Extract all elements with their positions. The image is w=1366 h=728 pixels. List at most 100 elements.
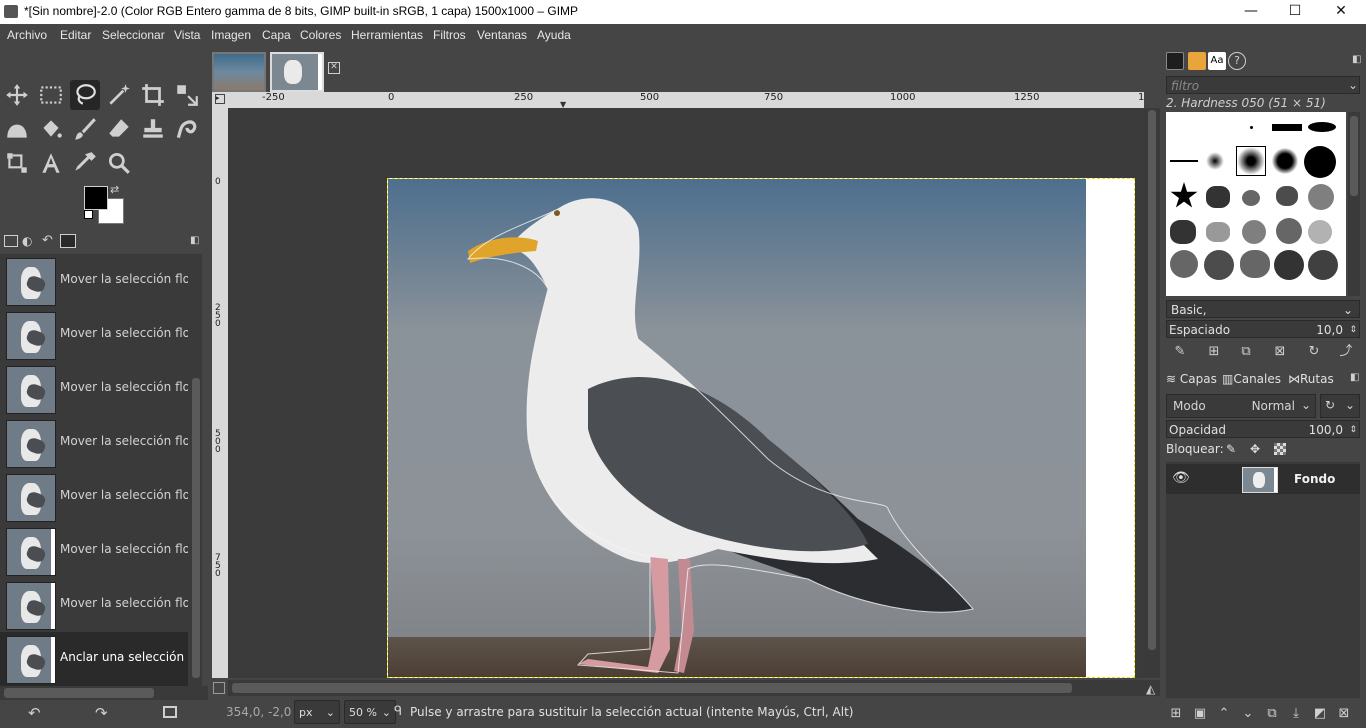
- delete-layer-icon[interactable]: ⊠: [1334, 704, 1354, 724]
- layer-opacity-slider[interactable]: Opacidad 100,0 ⇕: [1166, 420, 1360, 438]
- brush-spacing-slider[interactable]: Espaciado 10,0 ⇕: [1166, 320, 1360, 338]
- menu-herramientas[interactable]: Herramientas: [351, 28, 423, 42]
- unit-select[interactable]: px ⌄: [294, 700, 340, 724]
- history-item[interactable]: Mover la selección flotante: [0, 254, 188, 308]
- swap-colors-icon[interactable]: ⇄: [110, 183, 119, 196]
- eye-icon[interactable]: 👁: [1172, 470, 1190, 486]
- help-tab-icon[interactable]: ?: [1228, 52, 1246, 70]
- mask-layer-icon[interactable]: ◩: [1310, 704, 1330, 724]
- menu-capa[interactable]: Capa: [262, 28, 291, 42]
- spin-arrows-icon[interactable]: ⇕: [1349, 321, 1357, 339]
- canvas-vertical-scrollbar[interactable]: [1144, 108, 1160, 678]
- quick-mask-toggle[interactable]: [213, 682, 225, 694]
- rect-select-icon[interactable]: [36, 80, 66, 110]
- navigate-icon[interactable]: ◭: [1146, 682, 1155, 696]
- clone-icon[interactable]: [138, 114, 168, 144]
- layer-mode-group-select[interactable]: ↻ ⌄: [1320, 394, 1360, 418]
- history-item[interactable]: Mover la selección flotante: [0, 308, 188, 362]
- menu-vista[interactable]: Vista: [174, 28, 200, 42]
- open-brush-as-image-icon[interactable]: ⤴: [1336, 342, 1356, 362]
- menu-seleccionar[interactable]: Seleccionar: [102, 28, 165, 42]
- menu-ventanas[interactable]: Ventanas: [477, 28, 527, 42]
- lower-layer-icon[interactable]: ⌄: [1238, 704, 1258, 724]
- redo-button[interactable]: ↷: [95, 704, 108, 722]
- history-item[interactable]: Mover la selección flotante: [0, 524, 188, 578]
- brush-filter-input[interactable]: filtro: [1166, 76, 1360, 94]
- lock-alpha-icon[interactable]: [1274, 443, 1286, 455]
- history-item[interactable]: Mover la selección flotante: [0, 470, 188, 524]
- menu-ayuda[interactable]: Ayuda: [537, 28, 571, 42]
- smudge-icon[interactable]: [172, 114, 202, 144]
- foreground-color-swatch[interactable]: [84, 186, 108, 210]
- lock-pixels-icon[interactable]: ✎: [1226, 442, 1236, 456]
- dock-menu-icon[interactable]: ◧: [190, 235, 199, 246]
- lock-position-icon[interactable]: ✥: [1250, 442, 1260, 456]
- eraser-icon[interactable]: [104, 114, 134, 144]
- duplicate-layer-icon[interactable]: ⧉: [1262, 704, 1282, 724]
- menu-imagen[interactable]: Imagen: [211, 28, 251, 42]
- refresh-brushes-icon[interactable]: ↻: [1304, 342, 1324, 362]
- fonts-tab-icon[interactable]: Aa: [1208, 52, 1226, 70]
- tab-channels[interactable]: ▥Canales: [1222, 370, 1281, 388]
- device-status-tab-icon[interactable]: ◐: [22, 234, 32, 248]
- brush-grid[interactable]: [1166, 112, 1346, 296]
- merge-layer-icon[interactable]: ⤓: [1286, 704, 1306, 724]
- brushes-tab-icon[interactable]: [1166, 52, 1184, 70]
- delete-brush-icon[interactable]: ⊠: [1270, 342, 1290, 362]
- dock-menu-icon[interactable]: ◧: [1352, 54, 1361, 65]
- paths-icon[interactable]: [2, 148, 32, 178]
- menu-filtros[interactable]: Filtros: [433, 28, 466, 42]
- new-layer-group-icon[interactable]: ▣: [1190, 704, 1210, 724]
- duplicate-brush-icon[interactable]: ⧉: [1236, 342, 1256, 362]
- layer-mode-select[interactable]: Modo Normal ⌄: [1166, 394, 1316, 418]
- zoom-select[interactable]: 50 % ⌄: [344, 700, 396, 724]
- history-item[interactable]: Mover la selección flotante: [0, 578, 188, 632]
- brush-grid-scrollbar[interactable]: [1348, 112, 1360, 296]
- warp-icon[interactable]: [2, 114, 32, 144]
- images-tab-icon[interactable]: [60, 234, 76, 248]
- vertical-ruler[interactable]: 0 250 500 750: [212, 108, 228, 678]
- history-horizontal-scrollbar[interactable]: [0, 686, 208, 700]
- crop-icon[interactable]: [138, 80, 168, 110]
- close-button[interactable]: ✕: [1318, 0, 1364, 24]
- canvas-horizontal-scrollbar[interactable]: [228, 680, 1160, 696]
- paintbrush-icon[interactable]: [70, 114, 100, 144]
- new-layer-icon[interactable]: ⊞: [1166, 704, 1186, 724]
- color-picker-icon[interactable]: [70, 148, 100, 178]
- menu-editar[interactable]: Editar: [60, 28, 91, 42]
- horizontal-ruler[interactable]: -250 0 250 500 750 1000 1250 1 ▼: [228, 92, 1144, 109]
- history-item[interactable]: Mover la selección flotante: [0, 416, 188, 470]
- move-icon[interactable]: [2, 80, 32, 110]
- text-icon[interactable]: [36, 148, 66, 178]
- dock-menu-icon[interactable]: ◧: [1350, 372, 1359, 383]
- free-select-icon[interactable]: [70, 80, 100, 110]
- layer-row[interactable]: 👁 Fondo: [1166, 464, 1360, 494]
- minimize-button[interactable]: —: [1228, 0, 1274, 24]
- reset-colors-icon[interactable]: [84, 210, 93, 219]
- history-item-selected[interactable]: Anclar una selección flotante: [0, 632, 188, 686]
- fuzzy-select-icon[interactable]: [104, 80, 134, 110]
- brush-tag-select[interactable]: Basic, ⌄: [1166, 300, 1360, 318]
- history-item[interactable]: Mover la selección flotante: [0, 362, 188, 416]
- clear-history-icon[interactable]: [163, 706, 177, 718]
- new-brush-icon[interactable]: ⊞: [1204, 342, 1224, 362]
- tool-options-tab-icon[interactable]: [4, 235, 18, 247]
- history-vertical-scrollbar[interactable]: [190, 254, 202, 686]
- zoom-icon[interactable]: [104, 148, 134, 178]
- chevron-down-icon[interactable]: ⌄: [1348, 78, 1358, 92]
- image-tab-2[interactable]: [270, 52, 324, 92]
- edit-brush-icon[interactable]: ✎: [1170, 342, 1190, 362]
- undo-history-tab-icon[interactable]: ↶: [42, 233, 53, 248]
- bucket-fill-icon[interactable]: [36, 114, 66, 144]
- spin-arrows-icon[interactable]: ⇕: [1349, 421, 1357, 439]
- transform-icon[interactable]: [172, 80, 202, 110]
- close-tab-icon[interactable]: ✕: [328, 62, 340, 74]
- undo-button[interactable]: ↶: [28, 704, 41, 722]
- ruler-corner[interactable]: ▸: [212, 92, 228, 108]
- menu-colores[interactable]: Colores: [300, 28, 341, 42]
- patterns-tab-icon[interactable]: [1188, 52, 1206, 70]
- tab-layers[interactable]: ≋ Capas: [1166, 370, 1217, 388]
- menu-archivo[interactable]: Archivo: [7, 28, 47, 42]
- maximize-button[interactable]: ☐: [1272, 0, 1318, 24]
- image-tab-1[interactable]: [212, 52, 266, 92]
